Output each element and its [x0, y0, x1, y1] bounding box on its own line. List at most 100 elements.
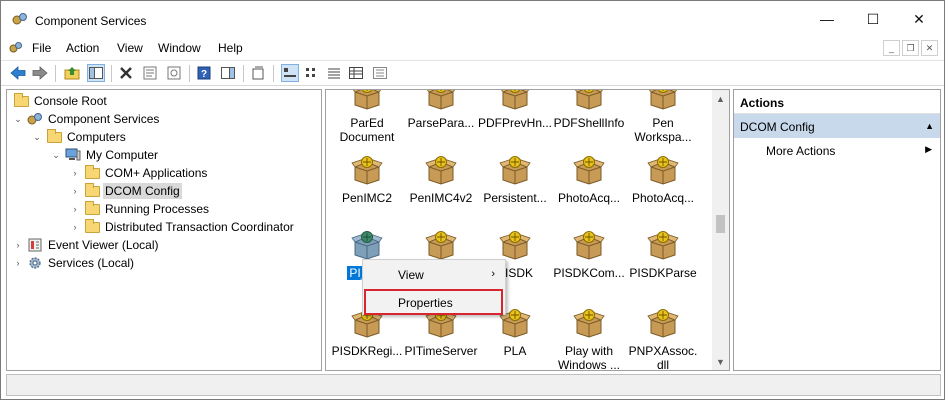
mdi-minimize-button[interactable]: _	[883, 40, 900, 56]
menu-window[interactable]: Window	[158, 41, 201, 55]
tree-item-distributed-transaction-coordinator[interactable]: › Distributed Transaction Coordinator	[70, 218, 296, 236]
component-services-icon	[27, 112, 43, 126]
chevron-down-icon[interactable]: ⌄	[32, 132, 42, 143]
component-services-icon	[12, 13, 27, 25]
status-bar	[6, 374, 941, 396]
toolbar: ?	[1, 60, 944, 86]
com-object-item[interactable]: Pen Workspa...	[626, 90, 700, 144]
actions-pane: Actions DCOM Config ▲ More Actions ▶	[733, 89, 941, 371]
mdi-close-button[interactable]: ✕	[921, 40, 938, 56]
chevron-down-icon[interactable]: ⌄	[51, 150, 61, 161]
up-folder-icon[interactable]	[63, 64, 81, 82]
com-object-item[interactable]: PITimeServer	[404, 308, 478, 358]
tree-item-event-viewer[interactable]: › Event Viewer (Local)	[13, 236, 161, 254]
com-object-item[interactable]: Persistent...	[478, 155, 552, 205]
com-object-item[interactable]: PISDKRegi...	[330, 308, 404, 358]
properties-icon[interactable]	[141, 64, 159, 82]
mdi-controls: _ ❐ ✕	[883, 40, 938, 56]
tree-item-label: Services (Local)	[48, 256, 135, 270]
com-package-icon	[552, 230, 626, 266]
more-actions-link[interactable]: More Actions	[766, 144, 835, 158]
list-view-icon[interactable]	[325, 64, 343, 82]
tree-item-console-root[interactable]: Console Root	[13, 92, 109, 110]
context-menu-view[interactable]: View ›	[363, 262, 505, 286]
com-object-item[interactable]: PLA	[478, 308, 552, 358]
com-object-label: PenIMC2	[341, 191, 393, 205]
com-object-item[interactable]: ParEd Document	[330, 90, 404, 144]
filter-view-icon[interactable]	[371, 64, 389, 82]
com-object-item[interactable]: PenIMC2	[330, 155, 404, 205]
chevron-right-icon[interactable]: ›	[70, 204, 80, 214]
com-object-label: Persistent...	[483, 191, 547, 205]
show-hide-console-tree-icon[interactable]	[87, 64, 105, 82]
com-object-item[interactable]: PDFPrevHn...	[478, 90, 552, 130]
tree-item-label: Event Viewer (Local)	[48, 238, 159, 252]
chevron-right-icon[interactable]: ›	[13, 240, 23, 250]
tree-item-my-computer[interactable]: ⌄ My Computer	[51, 146, 160, 164]
com-object-item[interactable]: PhotoAcq...	[552, 155, 626, 205]
large-icons-view-icon[interactable]	[281, 64, 299, 82]
help-icon[interactable]: ?	[195, 64, 213, 82]
tree-item-services-local[interactable]: › Services (Local)	[13, 254, 136, 272]
tree-item-running-processes[interactable]: › Running Processes	[70, 200, 211, 218]
com-package-icon	[478, 155, 552, 191]
com-object-item[interactable]: PISDKCom...	[552, 230, 626, 280]
properties-highlight-box	[364, 289, 503, 315]
tree-item-com-applications[interactable]: › COM+ Applications	[70, 164, 209, 182]
chevron-right-icon[interactable]: ›	[70, 222, 80, 232]
tree-item-component-services[interactable]: ⌄ Component Services	[13, 110, 161, 128]
tree-item-dcom-config[interactable]: › DCOM Config	[70, 182, 182, 200]
com-object-label: PISDKRegi...	[331, 344, 403, 358]
menu-bar: File Action View Window Help _ ❐ ✕	[1, 37, 944, 59]
com-object-label: PhotoAcq...	[631, 191, 695, 205]
detail-view-icon[interactable]	[347, 64, 365, 82]
chevron-right-icon[interactable]: ›	[13, 258, 23, 268]
com-object-item[interactable]: PenIMC4v2	[404, 155, 478, 205]
com-object-item[interactable]: PISDKParse	[626, 230, 700, 280]
new-window-icon[interactable]	[249, 64, 267, 82]
com-object-item[interactable]: Play with Windows ...	[552, 308, 626, 370]
com-package-icon	[330, 155, 404, 191]
menu-file[interactable]: File	[32, 41, 51, 55]
forward-arrow-icon[interactable]	[31, 64, 49, 82]
com-package-icon	[552, 308, 626, 344]
vertical-scrollbar[interactable]: ▲ ▼	[712, 90, 729, 370]
com-object-item[interactable]: PNPXAssoc. dll	[626, 308, 700, 370]
scroll-thumb[interactable]	[716, 215, 725, 233]
chevron-right-icon[interactable]: ›	[70, 186, 80, 196]
chevron-right-icon[interactable]: ›	[70, 168, 80, 178]
scroll-down-arrow-icon[interactable]: ▼	[712, 353, 729, 370]
maximize-button[interactable]: ☐	[850, 1, 896, 37]
mdi-restore-button[interactable]: ❐	[902, 40, 919, 56]
actions-header: Actions	[734, 90, 940, 114]
com-object-item[interactable]: PDFShellInfo	[552, 90, 626, 130]
close-button[interactable]: ✕	[896, 1, 942, 37]
tree-item-label: DCOM Config	[103, 183, 182, 199]
menu-help[interactable]: Help	[218, 41, 243, 55]
tree-item-label: Component Services	[48, 112, 160, 126]
collapse-up-icon[interactable]: ▲	[925, 121, 934, 131]
delete-icon[interactable]	[117, 64, 135, 82]
small-icons-view-icon[interactable]	[303, 64, 321, 82]
menu-view[interactable]: View	[117, 41, 143, 55]
actions-group-dcom-config[interactable]: DCOM Config ▲	[734, 114, 940, 138]
com-object-label: PDFShellInfo	[553, 116, 625, 130]
window-title: Component Services	[35, 14, 147, 28]
com-object-item[interactable]: PhotoAcq...	[626, 155, 700, 205]
com-object-label: PLA	[503, 344, 527, 358]
folder-icon	[84, 218, 100, 234]
mmc-icon[interactable]	[9, 41, 23, 54]
scroll-up-arrow-icon[interactable]: ▲	[712, 90, 729, 107]
chevron-down-icon[interactable]: ⌄	[13, 114, 23, 125]
menu-action[interactable]: Action	[66, 41, 99, 55]
com-object-label: ParEd	[350, 116, 384, 130]
com-package-icon	[552, 155, 626, 191]
action-pane-icon[interactable]	[219, 64, 237, 82]
com-object-item[interactable]: ParsePara...	[404, 90, 478, 130]
services-gear-icon	[27, 256, 43, 270]
tree-item-computers[interactable]: ⌄ Computers	[32, 128, 128, 146]
com-package-icon	[404, 90, 478, 116]
minimize-button[interactable]: —	[804, 1, 850, 37]
back-arrow-icon[interactable]	[9, 64, 27, 82]
refresh-icon[interactable]	[165, 64, 183, 82]
